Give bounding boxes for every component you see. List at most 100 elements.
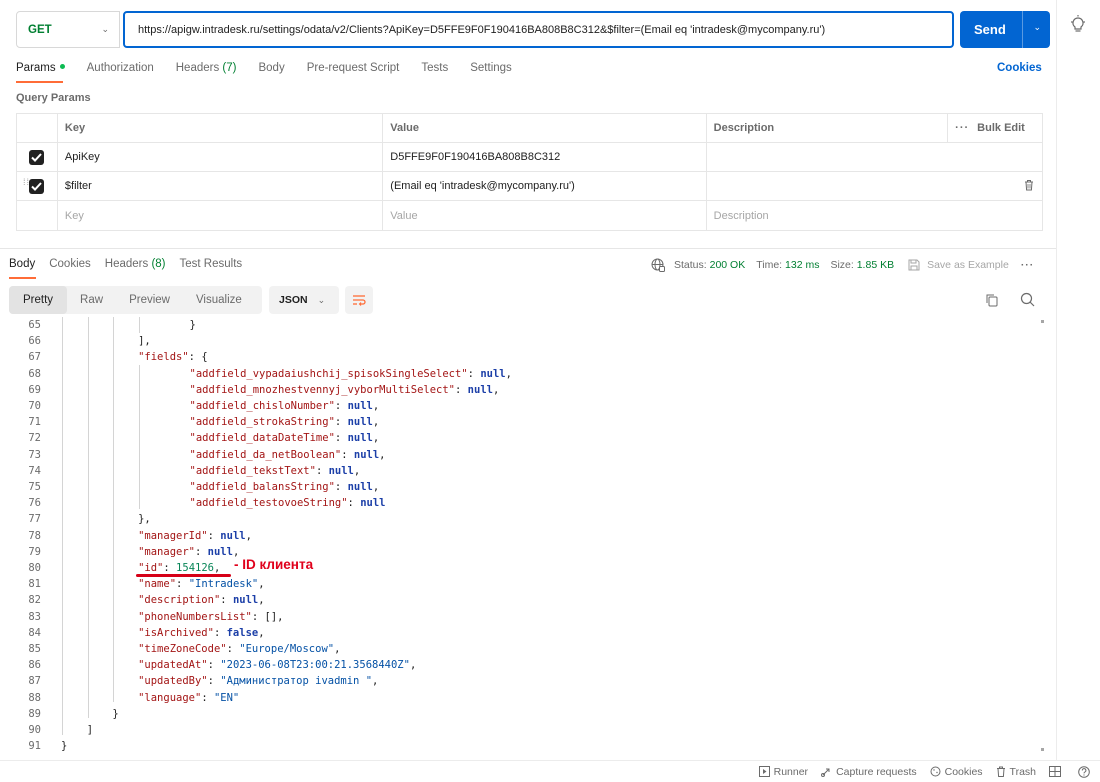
code-token: , xyxy=(379,448,386,461)
drag-handle-icon[interactable]: ⁞⁞ xyxy=(23,178,30,187)
mode-preview[interactable]: Preview xyxy=(116,286,183,314)
tab-params[interactable]: Params xyxy=(16,62,65,78)
format-select[interactable]: JSON ⌄ xyxy=(269,286,339,314)
param-description[interactable] xyxy=(707,143,1042,171)
code-token: "name" xyxy=(138,578,177,591)
mode-pretty[interactable]: Pretty xyxy=(9,286,68,314)
footer-cookies-button[interactable]: Cookies xyxy=(930,766,983,778)
layout-toggle[interactable] xyxy=(1049,766,1065,777)
code-token: , xyxy=(372,432,380,445)
network-globe-icon[interactable] xyxy=(651,258,665,272)
bulk-edit-link[interactable]: Bulk Edit xyxy=(977,122,1025,134)
param-key[interactable]: $filter xyxy=(58,172,384,200)
lightbulb-icon[interactable] xyxy=(1069,15,1087,35)
save-as-example-button[interactable]: Save as Example xyxy=(908,259,1009,271)
method-select[interactable]: GET ⌄ xyxy=(16,11,120,48)
code-token: , xyxy=(372,416,380,429)
copy-icon[interactable] xyxy=(985,293,999,307)
param-value[interactable]: D5FFE9F0F190416BA808B8C312 xyxy=(383,143,707,171)
pane-divider[interactable] xyxy=(0,248,1056,249)
params-active-dot xyxy=(59,64,65,70)
more-icon[interactable]: ··· xyxy=(1021,259,1035,271)
description-input[interactable]: Description xyxy=(707,201,1042,230)
response-body-editor[interactable]: 65} 66], 67 "fields": {68 "addfield_vypadaiu… xyxy=(0,317,1046,757)
cookies-link[interactable]: Cookies xyxy=(997,62,1042,74)
code-token: : xyxy=(315,464,329,477)
code-text: "manager": null, xyxy=(138,544,239,560)
tab-response-body[interactable]: Body xyxy=(9,258,35,270)
tab-headers[interactable]: Headers (7) xyxy=(176,62,237,78)
code-token: : xyxy=(201,691,214,704)
param-checkbox[interactable] xyxy=(29,178,45,194)
code-token: } xyxy=(189,319,196,331)
code-token: "addfield_balansString" xyxy=(189,481,335,493)
status-text[interactable]: Status: 200 OK xyxy=(674,259,745,271)
tab-test-results[interactable]: Test Results xyxy=(180,258,243,270)
body-view-modes: Pretty Raw Preview Visualize xyxy=(9,286,262,314)
more-icon[interactable]: ··· xyxy=(955,122,969,134)
scrollbar-bottom[interactable] xyxy=(1041,748,1044,751)
params-header-row: Key Value Description ··· Bulk Edit xyxy=(17,114,1042,143)
chevron-down-icon[interactable]: ⌄ xyxy=(1033,22,1041,33)
url-input[interactable]: https://apigw.intradesk.ru/settings/odat… xyxy=(123,11,954,48)
chevron-down-icon: ⌄ xyxy=(101,24,109,34)
size-text[interactable]: Size: 1.85 KB xyxy=(830,259,894,271)
search-icon[interactable] xyxy=(1020,292,1035,307)
code-token: "isArchived" xyxy=(138,626,214,639)
active-tab-indicator xyxy=(9,277,36,279)
key-input[interactable]: Key xyxy=(58,201,384,230)
code-token: "fields" xyxy=(138,351,189,364)
line-number: 71 xyxy=(28,416,41,429)
check-icon xyxy=(31,152,43,162)
mode-visualize[interactable]: Visualize xyxy=(183,286,255,314)
param-checkbox[interactable] xyxy=(29,149,45,165)
help-button[interactable] xyxy=(1078,765,1094,778)
tab-settings[interactable]: Settings xyxy=(470,62,512,78)
tab-response-headers[interactable]: Headers (8) xyxy=(105,258,166,270)
scrollbar-top[interactable] xyxy=(1041,320,1044,323)
mode-raw[interactable]: Raw xyxy=(67,286,116,314)
line-number: 84 xyxy=(28,626,41,639)
time-text[interactable]: Time: 132 ms xyxy=(756,259,819,271)
tab-response-cookies[interactable]: Cookies xyxy=(49,258,91,270)
value-input[interactable]: Value xyxy=(383,201,707,230)
tab-pre-request-script[interactable]: Pre-request Script xyxy=(307,62,400,78)
trash-icon[interactable] xyxy=(1024,179,1034,191)
capture-requests-button[interactable]: Capture requests xyxy=(821,766,917,778)
trash-button[interactable]: Trash xyxy=(996,766,1036,778)
line-number: 75 xyxy=(28,481,41,493)
params-table: Key Value Description ··· Bulk Edit ApiK… xyxy=(16,113,1043,231)
wrap-lines-button[interactable] xyxy=(345,286,373,314)
tab-body[interactable]: Body xyxy=(258,62,284,78)
annotation-client-id: - ID клиента xyxy=(234,557,314,572)
code-token: "managerId" xyxy=(138,529,208,542)
code-text: "addfield_chisloNumber": null, xyxy=(190,398,380,414)
code-token: , xyxy=(232,545,240,558)
code-text: ] xyxy=(87,722,93,738)
code-token: "EN" xyxy=(213,691,240,704)
send-label: Send xyxy=(974,22,1006,37)
runner-button[interactable]: Runner xyxy=(758,766,808,778)
param-value[interactable]: (Email eq 'intradesk@mycompany.ru') xyxy=(383,172,707,200)
indent-guide xyxy=(139,317,140,333)
code-token: : { xyxy=(188,351,208,364)
code-token: , xyxy=(213,562,221,574)
code-token: null xyxy=(328,464,354,477)
code-text: "addfield_da_netBoolean": null, xyxy=(190,447,386,463)
param-description[interactable] xyxy=(707,172,1042,200)
code-text: "updatedAt": "2023-06-08T23:00:21.356844… xyxy=(138,657,416,673)
code-text: "addfield_testovoeString": null xyxy=(190,495,386,511)
request-tabs: Params Authorization Headers (7) Body Pr… xyxy=(16,62,534,78)
capture-icon xyxy=(821,768,830,777)
runner-icon xyxy=(758,766,770,777)
send-button[interactable]: Send ⌄ xyxy=(960,11,1050,48)
line-number: 85 xyxy=(28,643,41,655)
tab-tests[interactable]: Tests xyxy=(421,62,448,78)
line-number: 87 xyxy=(28,675,41,688)
line-number: 76 xyxy=(28,497,41,510)
code-token: , xyxy=(258,594,265,607)
tab-authorization[interactable]: Authorization xyxy=(87,62,154,78)
code-text: "language": "EN" xyxy=(138,690,239,706)
param-key[interactable]: ApiKey xyxy=(58,143,384,171)
request-bar: GET ⌄ https://apigw.intradesk.ru/setting… xyxy=(16,11,1050,48)
